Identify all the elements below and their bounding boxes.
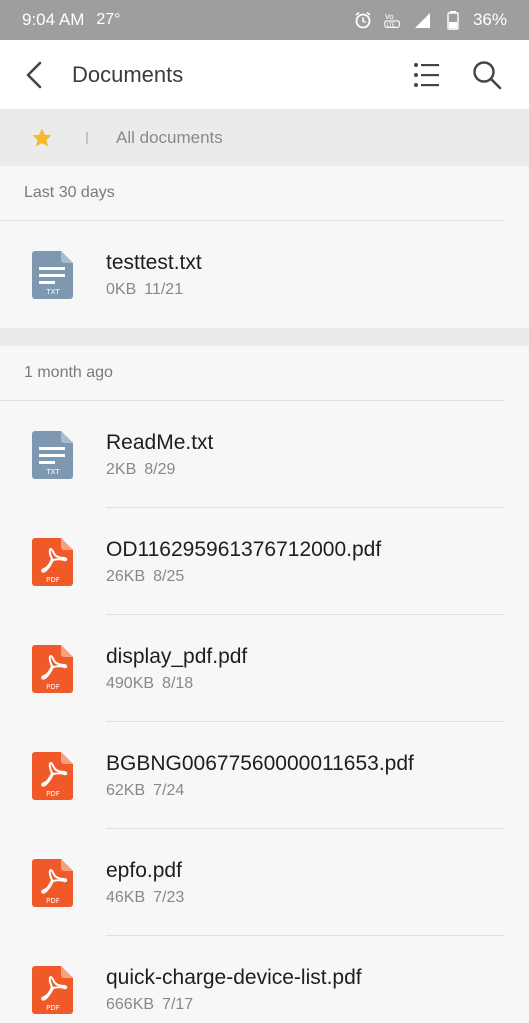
section-gap xyxy=(0,328,529,346)
file-text: epfo.pdf 46KB 7/23 xyxy=(106,858,184,907)
file-row[interactable]: TXT testtest.txt 0KB 11/21 xyxy=(0,221,529,328)
file-size: 46KB xyxy=(106,889,146,906)
file-date: 8/29 xyxy=(144,461,176,478)
breadcrumb-separator xyxy=(86,132,88,144)
file-text: ReadMe.txt 2KB 8/29 xyxy=(106,430,213,479)
alarm-icon xyxy=(353,10,373,30)
file-date: 8/25 xyxy=(153,568,185,585)
svg-text:PDF: PDF xyxy=(46,790,60,798)
pdf-file-icon: PDF xyxy=(32,858,73,907)
battery-percent: 36% xyxy=(472,10,507,29)
file-name: OD116295961376712000.pdf xyxy=(106,538,382,561)
signal-icon xyxy=(413,10,433,30)
file-date: 7/17 xyxy=(162,996,194,1013)
file-section: 1 month ago TXT ReadMe.txt 2KB 8/29 PDF OD1162… xyxy=(0,346,529,1023)
file-meta: 666KB 7/17 xyxy=(106,996,362,1014)
search-icon xyxy=(473,60,502,89)
file-text: OD116295961376712000.pdf 26KB 8/25 xyxy=(106,537,381,586)
file-name: ReadMe.txt xyxy=(106,431,214,454)
status-right: Vo LTE 36% xyxy=(353,10,507,30)
file-date: 8/18 xyxy=(162,675,194,692)
status-bar: 9:04 AM 27° Vo LTE 36% xyxy=(0,0,529,40)
file-name: display_pdf.pdf xyxy=(106,645,248,668)
file-size: 62KB xyxy=(106,782,146,799)
battery-icon xyxy=(443,10,463,30)
file-meta: 0KB 11/21 xyxy=(106,281,202,299)
list-view-icon xyxy=(414,62,439,87)
svg-text:TXT: TXT xyxy=(45,288,60,296)
file-size: 26KB xyxy=(106,568,146,585)
file-row[interactable]: PDF epfo.pdf 46KB 7/23 xyxy=(0,829,529,936)
status-temperature: 27° xyxy=(96,11,121,28)
list-view-button[interactable] xyxy=(405,53,449,97)
file-row[interactable]: PDF OD116295961376712000.pdf 26KB 8/25 xyxy=(0,508,529,615)
txt-file-icon: TXT xyxy=(32,250,73,299)
file-name: testtest.txt xyxy=(106,251,202,274)
file-meta: 62KB 7/24 xyxy=(106,782,414,800)
file-row[interactable]: TXT ReadMe.txt 2KB 8/29 xyxy=(0,401,529,508)
pdf-file-icon: PDF xyxy=(32,644,73,693)
file-text: quick-charge-device-list.pdf 666KB 7/17 xyxy=(106,965,362,1014)
back-button[interactable] xyxy=(18,55,50,95)
svg-text:LTE: LTE xyxy=(387,22,395,28)
file-row[interactable]: PDF quick-charge-device-list.pdf 666KB 7/17 xyxy=(0,936,529,1023)
breadcrumb-all-documents[interactable]: All documents xyxy=(116,128,223,148)
file-date: 7/23 xyxy=(153,889,185,906)
file-size: 490KB xyxy=(106,675,155,692)
file-size: 0KB xyxy=(106,281,137,298)
back-arrow-icon xyxy=(26,61,42,88)
search-button[interactable] xyxy=(465,53,509,97)
file-row[interactable]: PDF BGBNG00677560000011653.pdf 62KB 7/24 xyxy=(0,722,529,829)
breadcrumb: All documents xyxy=(0,110,529,166)
file-row[interactable]: PDF display_pdf.pdf 490KB 8/18 xyxy=(0,615,529,722)
file-list: Last 30 days TXT testtest.txt 0KB 11/21 1 mon… xyxy=(0,166,529,1023)
file-meta: 490KB 8/18 xyxy=(106,675,247,693)
file-meta: 46KB 7/23 xyxy=(106,889,184,907)
status-time: 9:04 AM xyxy=(22,10,85,29)
file-text: BGBNG00677560000011653.pdf 62KB 7/24 xyxy=(106,751,414,800)
page-title: Documents xyxy=(72,61,184,87)
svg-text:PDF: PDF xyxy=(46,1004,60,1012)
pdf-file-icon: PDF xyxy=(32,537,73,586)
file-text: testtest.txt 0KB 11/21 xyxy=(106,250,202,299)
file-text: display_pdf.pdf 490KB 8/18 xyxy=(106,644,247,693)
file-section: Last 30 days TXT testtest.txt 0KB 11/21 xyxy=(0,166,529,328)
file-name: epfo.pdf xyxy=(106,859,182,882)
favorites-button[interactable] xyxy=(30,126,54,150)
pdf-file-icon: PDF xyxy=(32,751,73,800)
svg-text:Vo: Vo xyxy=(385,12,394,21)
file-size: 2KB xyxy=(106,461,137,478)
file-meta: 26KB 8/25 xyxy=(106,568,381,586)
section-header: 1 month ago xyxy=(0,346,505,401)
txt-file-icon: TXT xyxy=(32,430,73,479)
file-date: 11/21 xyxy=(144,281,184,298)
pdf-file-icon: PDF xyxy=(32,965,73,1014)
file-date: 7/24 xyxy=(153,782,185,799)
svg-text:PDF: PDF xyxy=(46,897,60,905)
file-meta: 2KB 8/29 xyxy=(106,461,213,479)
status-left: 9:04 AM 27° xyxy=(22,10,121,30)
svg-text:PDF: PDF xyxy=(46,683,60,691)
svg-text:PDF: PDF xyxy=(46,576,60,584)
svg-text:TXT: TXT xyxy=(45,468,60,476)
section-header: Last 30 days xyxy=(0,166,505,221)
file-name: BGBNG00677560000011653.pdf xyxy=(106,752,414,775)
volte-icon: Vo LTE xyxy=(383,10,403,30)
file-name: quick-charge-device-list.pdf xyxy=(106,966,362,989)
file-size: 666KB xyxy=(106,996,155,1013)
star-icon xyxy=(32,128,52,147)
app-bar: Documents xyxy=(0,40,529,110)
